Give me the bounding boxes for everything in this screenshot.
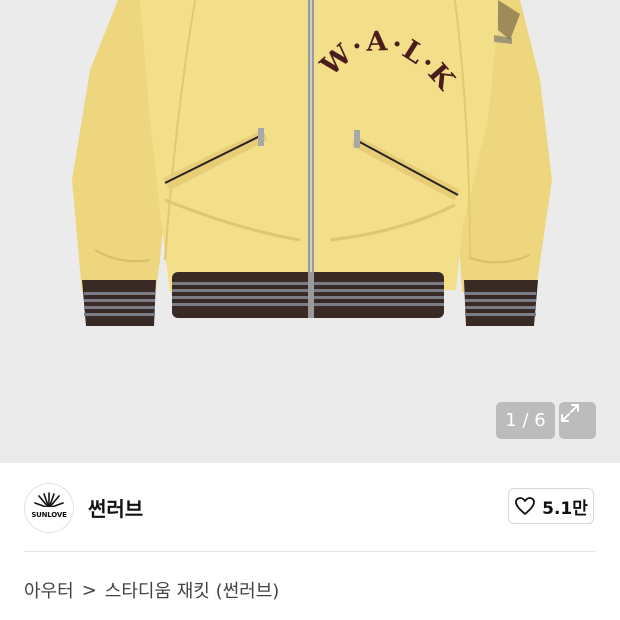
expand-image-button[interactable] (559, 402, 596, 439)
breadcrumb-product[interactable]: 스타디움 재킷 (썬러브) (105, 577, 280, 603)
svg-text:W·A·L·K: W·A·L·K (314, 26, 461, 97)
expand-arrows-icon (561, 404, 579, 422)
walk-patch: W·A·L·K (314, 26, 461, 97)
breadcrumb-separator: > (81, 579, 97, 601)
brand-logo-text: SUNLOVE (31, 511, 67, 519)
breadcrumb-category[interactable]: 아우터 (24, 577, 74, 603)
like-count: 5.1만 (542, 498, 588, 519)
heart-icon (515, 497, 536, 515)
divider (24, 551, 596, 552)
brand-name[interactable]: 썬러브 (88, 493, 143, 522)
brand-logo[interactable]: SUNLOVE (24, 483, 74, 533)
brand-row: SUNLOVE 썬러브 5.1만 (0, 463, 620, 551)
sunburst-icon (33, 492, 65, 510)
product-image-gallery[interactable]: W·A·L·K 1 / 6 (0, 0, 620, 463)
image-counter: 1 / 6 (496, 402, 555, 439)
breadcrumb: 아우터 > 스타디움 재킷 (썬러브) (24, 577, 279, 603)
like-button[interactable]: 5.1만 (508, 488, 594, 524)
